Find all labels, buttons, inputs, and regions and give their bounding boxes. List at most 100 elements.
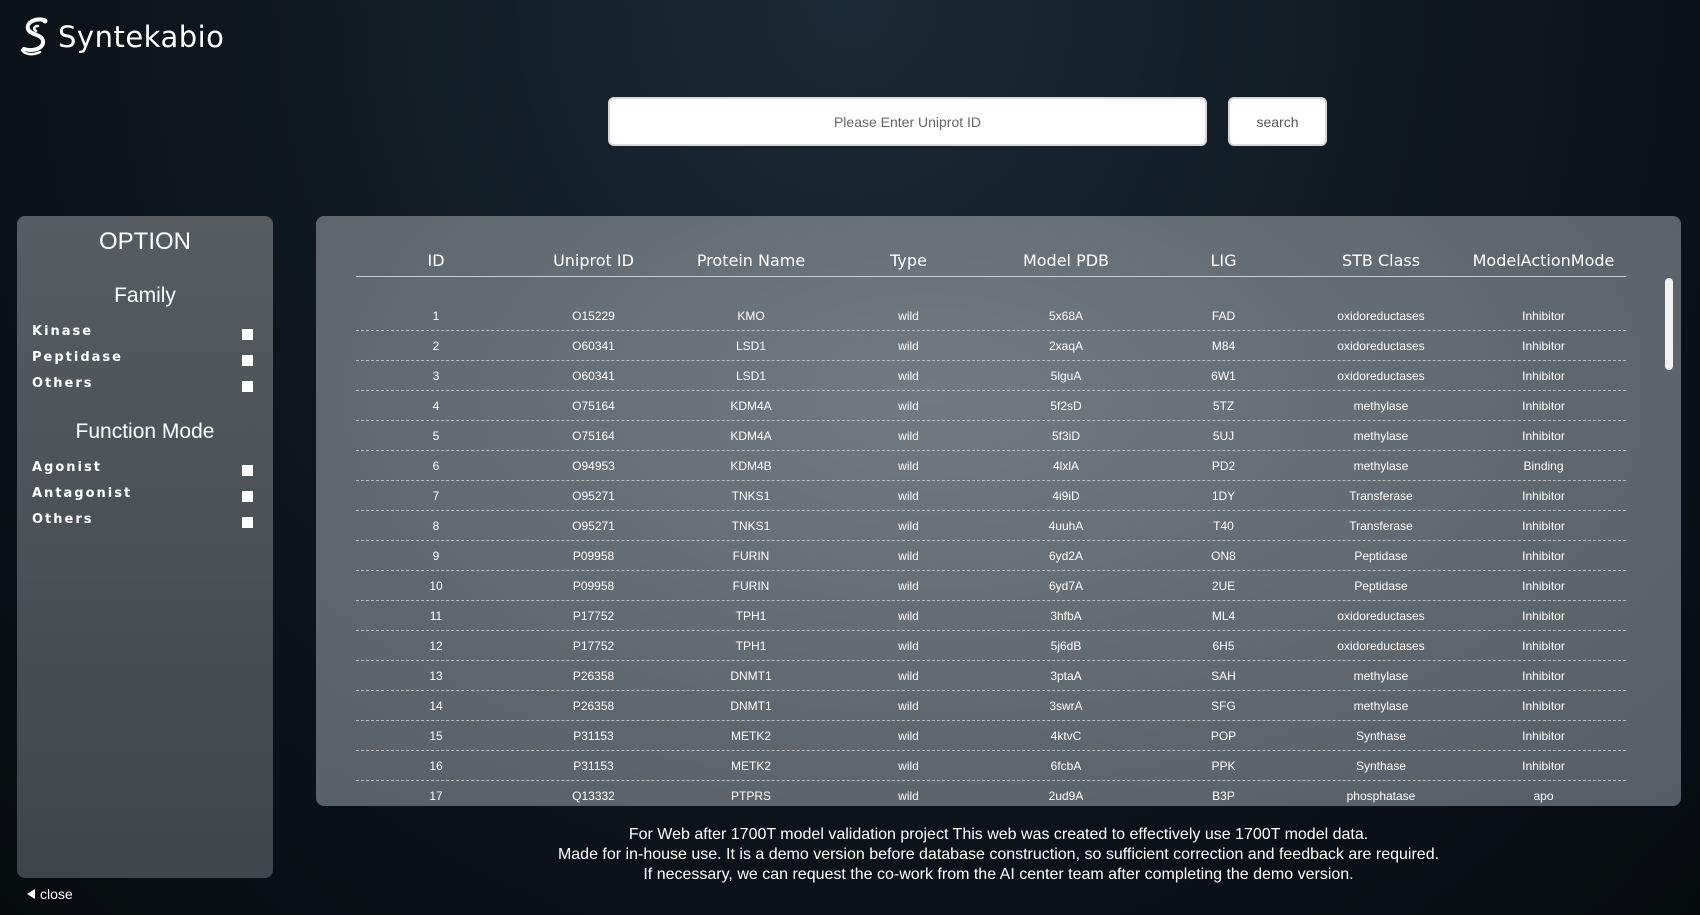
table-cell: 9 [432,548,440,563]
table-row[interactable]: 10 P09958 FURIN wild 6yd7A 2UE Peptidase Inhibi… [356,571,1626,601]
function-others-checkbox[interactable] [242,516,253,528]
table-row[interactable]: 15 P31153 METK2 wild 4ktvC POP Synthase Inhibit… [356,721,1626,751]
table-row[interactable]: 3 O60341 LSD1 wild 5lguA 6W1 oxidoreductases In… [356,361,1626,391]
table-cell: wild [898,758,919,773]
table-cell: 6 [432,458,440,473]
close-sidebar-button[interactable]: close [27,886,73,902]
table-cell: wild [898,578,919,593]
family-option-peptidase[interactable]: Peptidase [17,344,273,370]
sidebar-title: OPTION [98,228,191,255]
antagonist-checkbox[interactable] [242,490,253,502]
table-cell: DNMT1 [730,698,772,713]
column-header[interactable]: ModelActionMode [1461,251,1626,276]
table-row[interactable]: 8 O95271 TNKS1 wild 4uuhA T40 Transferase Inhib… [356,511,1626,541]
table-cell: O94953 [572,458,615,473]
option-label: Others [32,375,94,391]
table-cell: wild [898,728,919,743]
table-row[interactable]: 13 P26358 DNMT1 wild 3ptaA SAH methylase Inhibi… [356,661,1626,691]
table-cell: Inhibitor [1522,548,1565,563]
table-cell: methylase [1353,668,1409,683]
column-header[interactable]: Model PDB [986,251,1146,276]
table-cell: P26358 [572,698,615,713]
table-cell: 2UE [1211,578,1236,593]
option-label: Peptidase [32,349,123,365]
table-cell: wild [898,488,919,503]
table-cell: T40 [1213,518,1234,533]
table-row[interactable]: 6 O94953 KDM4B wild 4lxlA PD2 methylase Binding [356,451,1626,481]
table-cell: wild [898,338,919,353]
table-row[interactable]: 16 P31153 METK2 wild 6fcbA PPK Synthase Inhibit… [356,751,1626,781]
table-cell: METK2 [730,728,771,743]
table-cell: B3P [1212,788,1235,803]
table-cell: DNMT1 [730,668,772,683]
peptidase-checkbox[interactable] [242,354,253,366]
table-row[interactable]: 4 O75164 KDM4A wild 5f2sD 5TZ methylase Inhibit… [356,391,1626,421]
table-cell: 16 [429,758,443,773]
table-cell: TPH1 [735,638,767,653]
table-cell: 3hfbA [1050,608,1082,623]
table-cell: wild [898,368,919,383]
table-cell: TPH1 [735,608,767,623]
option-label: Antagonist [32,485,133,501]
column-header[interactable]: Uniprot ID [516,251,671,276]
family-options: Kinase Peptidase Others [17,318,273,396]
table-row[interactable]: 1 O15229 KMO wild 5x68A FAD oxidoreductases Inh… [356,301,1626,331]
table-scrollbar[interactable] [1665,278,1673,370]
table-cell: Inhibitor [1522,398,1565,413]
kinase-checkbox[interactable] [242,328,253,340]
table-cell: Inhibitor [1522,608,1565,623]
table-cell: 6yd2A [1048,548,1084,563]
family-others-checkbox[interactable] [242,380,253,392]
table-cell: 1 [432,308,440,323]
table-row[interactable]: 2 O60341 LSD1 wild 2xaqA M84 oxidoreductases In… [356,331,1626,361]
column-header[interactable]: Protein Name [671,251,831,276]
family-option-kinase[interactable]: Kinase [17,318,273,344]
table-cell: wild [898,638,919,653]
option-sidebar: OPTION Family Kinase Peptidase Others Fu… [17,216,273,878]
table-cell: wild [898,428,919,443]
table-row[interactable]: 7 O95271 TNKS1 wild 4i9iD 1DY Transferase Inhib… [356,481,1626,511]
brand-logo[interactable]: Syntekabio [18,16,224,58]
table-cell: Inhibitor [1522,578,1565,593]
table-cell: 6H5 [1212,638,1235,653]
function-mode-options: Agonist Antagonist Others [17,454,273,532]
table-cell: Inhibitor [1522,668,1565,683]
table-cell: 3 [432,368,440,383]
function-option-antagonist[interactable]: Antagonist [17,480,273,506]
table-cell: Synthase [1355,728,1407,743]
table-cell: methylase [1353,428,1409,443]
table-cell: Inhibitor [1522,428,1565,443]
table-header: ID Uniprot ID Protein Name Type Model PD… [356,216,1626,277]
agonist-checkbox[interactable] [242,464,253,476]
table-cell: methylase [1353,398,1409,413]
uniprot-search-input[interactable] [608,97,1207,146]
table-cell: KMO [737,308,765,323]
table-cell: Inhibitor [1522,518,1565,533]
column-header[interactable]: STB Class [1301,251,1461,276]
table-row[interactable]: 9 P09958 FURIN wild 6yd2A ON8 Peptidase Inhibit… [356,541,1626,571]
table-cell: SAH [1211,668,1236,683]
column-header[interactable]: Type [831,251,986,276]
table-row[interactable]: 11 P17752 TPH1 wild 3hfbA ML4 oxidoreductases I… [356,601,1626,631]
table-row[interactable]: 12 P17752 TPH1 wild 5j6dB 6H5 oxidoreductases I… [356,631,1626,661]
table-cell: wild [898,548,919,563]
family-option-others[interactable]: Others [17,370,273,396]
table-row[interactable]: 5 O75164 KDM4A wild 5f3iD 5UJ methylase Inhibit… [356,421,1626,451]
table-cell: P31153 [573,728,614,743]
results-table-panel: ID Uniprot ID Protein Name Type Model PD… [316,216,1681,806]
table-body: 1 O15229 KMO wild 5x68A FAD oxidoreductases Inh… [356,301,1626,806]
table-cell: wild [898,698,919,713]
column-header[interactable]: ID [356,251,516,276]
table-cell: 5f2sD [1050,398,1082,413]
table-row[interactable]: 17 Q13332 PTPRS wild 2ud9A B3P phosphatase apo [356,781,1626,806]
table-row[interactable]: 14 P26358 DNMT1 wild 3swrA SFG methylase Inhibi… [356,691,1626,721]
column-header[interactable]: LIG [1146,251,1301,276]
search-button[interactable]: search [1228,97,1327,146]
table-cell: 4lxlA [1052,458,1079,473]
table-cell: FURIN [732,578,770,593]
table-cell: LSD1 [735,338,767,353]
function-option-agonist[interactable]: Agonist [17,454,273,480]
table-cell: 8 [432,518,440,533]
function-option-others[interactable]: Others [17,506,273,532]
table-cell: 5 [432,428,440,443]
